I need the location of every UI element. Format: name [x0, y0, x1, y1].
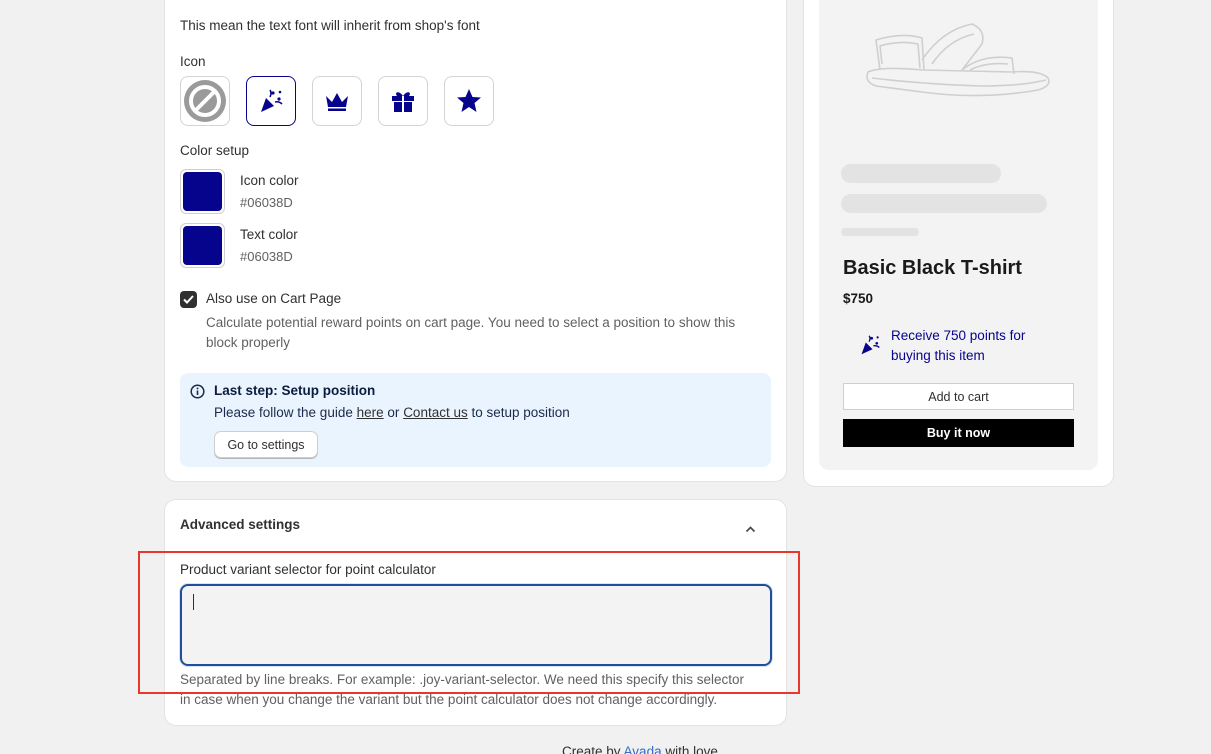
text-color-swatch[interactable]: [180, 223, 225, 268]
icon-option-crown[interactable]: [312, 76, 362, 126]
checkmark-icon: [183, 295, 194, 304]
footer-brand-link[interactable]: Avada: [624, 744, 662, 754]
go-to-settings-button[interactable]: Go to settings: [214, 431, 318, 458]
reward-text-line2: buying this item: [891, 348, 985, 363]
guide-here-link[interactable]: here: [357, 405, 384, 420]
footer-suffix: with love: [665, 744, 718, 754]
party-popper-icon: [261, 89, 283, 112]
info-icon: [190, 384, 205, 399]
icon-option-gift[interactable]: [378, 76, 428, 126]
preview-price: $750: [843, 291, 874, 306]
skeleton-line: [841, 194, 1047, 213]
skeleton-line: [841, 164, 1001, 183]
font-inherit-note: This mean the text font will inherit fro…: [180, 18, 480, 33]
contact-us-link[interactable]: Contact us: [403, 405, 468, 420]
add-to-cart-button[interactable]: Add to cart: [843, 383, 1074, 410]
icon-option-party[interactable]: [246, 76, 296, 126]
chevron-up-icon[interactable]: [744, 523, 757, 536]
icon-option-none[interactable]: [180, 76, 230, 126]
icon-section-label: Icon: [180, 54, 206, 69]
last-step-text-or: or: [387, 405, 400, 420]
crown-icon: [326, 93, 348, 111]
cart-page-help-line1: Calculate potential reward points on car…: [206, 315, 736, 330]
cart-page-label[interactable]: Also use on Cart Page: [206, 291, 341, 306]
star-icon: [457, 89, 481, 112]
icon-color-value: #06038D: [240, 195, 293, 210]
last-step-text: Please follow the guide here or Contact …: [214, 405, 570, 420]
footer-prefix: Create by: [562, 744, 621, 754]
cart-page-help-line2: block properly: [206, 335, 291, 350]
no-icon: [184, 80, 226, 122]
last-step-text-after: to setup position: [471, 405, 570, 420]
variant-selector-help-line2: in case when you change the variant but …: [180, 692, 718, 707]
footer-credit: Create by Avada with love: [562, 744, 718, 754]
icon-color-label: Icon color: [240, 173, 299, 188]
cart-page-checkbox[interactable]: [180, 291, 197, 308]
advanced-settings-title: Advanced settings: [180, 517, 301, 532]
gift-icon: [392, 92, 414, 112]
text-color-value: #06038D: [240, 249, 293, 264]
icon-color-swatch[interactable]: [180, 169, 225, 214]
reward-text-line1: Receive 750 points for: [891, 328, 1026, 343]
skeleton-line: [841, 228, 919, 236]
icon-option-star[interactable]: [444, 76, 494, 126]
text-color-label: Text color: [240, 227, 298, 242]
preview-product-title: Basic Black T-shirt: [843, 257, 1022, 279]
highlight-box: [138, 551, 800, 694]
buy-it-now-button[interactable]: Buy it now: [843, 419, 1074, 447]
party-popper-icon: [861, 335, 880, 355]
last-step-text-before: Please follow the guide: [214, 405, 353, 420]
last-step-title: Last step: Setup position: [214, 383, 376, 398]
sandal-image: [866, 23, 1050, 97]
color-setup-label: Color setup: [180, 143, 250, 158]
